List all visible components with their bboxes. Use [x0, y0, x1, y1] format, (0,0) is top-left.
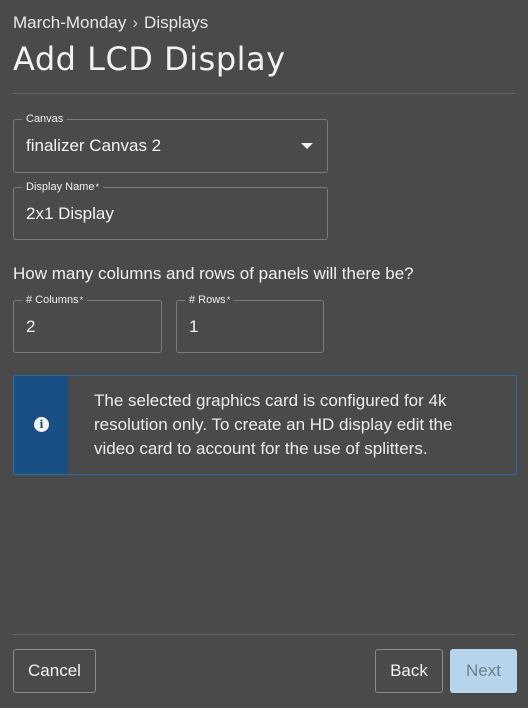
display-name-value: 2x1 Display [26, 204, 114, 223]
columns-value: 2 [26, 317, 36, 336]
breadcrumb-current[interactable]: Displays [144, 13, 208, 32]
page-title: Add LCD Display [13, 40, 286, 78]
canvas-select-value: finalizer Canvas 2 [26, 136, 162, 155]
canvas-label: Canvas [22, 112, 68, 126]
required-mark: * [79, 295, 84, 305]
breadcrumb: March-Monday › Displays [13, 13, 208, 33]
back-button[interactable]: Back [375, 649, 443, 693]
columns-label: # Columns* [22, 293, 88, 307]
panels-question: How many columns and rows of panels will… [13, 264, 414, 283]
columns-input[interactable]: # Columns* 2 [13, 293, 162, 353]
caret-down-icon[interactable] [301, 143, 313, 149]
cancel-button[interactable]: Cancel [13, 649, 96, 693]
canvas-select[interactable]: Canvas finalizer Canvas 2 [13, 112, 328, 173]
rows-input[interactable]: # Rows* 1 [176, 293, 324, 353]
display-name-label: Display Name* [22, 180, 103, 194]
header-divider [13, 93, 515, 94]
next-button[interactable]: Next [450, 649, 517, 693]
required-mark: * [95, 182, 99, 192]
rows-value: 1 [189, 317, 199, 336]
breadcrumb-separator: › [132, 13, 139, 32]
required-mark: * [226, 295, 231, 305]
info-message: The selected graphics card is configured… [94, 391, 453, 458]
info-icon: i [34, 417, 49, 432]
rows-label: # Rows* [185, 293, 235, 307]
info-alert: i The selected graphics card is configur… [13, 375, 517, 475]
footer-divider [13, 634, 515, 635]
display-name-input[interactable]: Display Name* 2x1 Display [13, 180, 328, 240]
info-stripe: i [14, 376, 68, 474]
breadcrumb-parent-link[interactable]: March-Monday [13, 13, 126, 32]
